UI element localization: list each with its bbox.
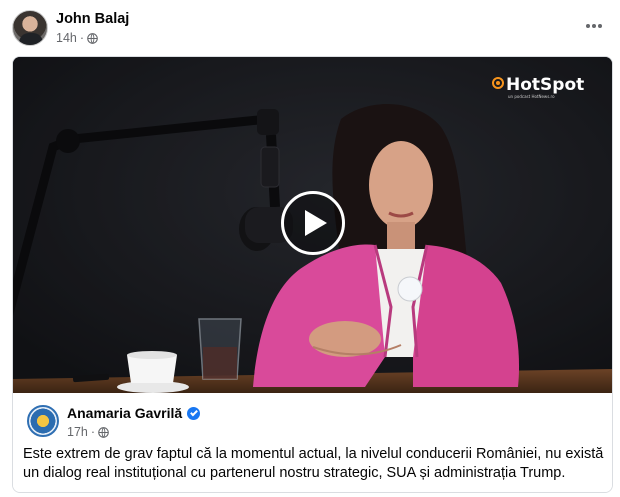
shared-post-time[interactable]: 17h	[67, 425, 88, 439]
shared-post-footer: Anamaria Gavrilă 17h · Este extrem de gr…	[13, 393, 612, 492]
shared-post-meta: 17h ·	[67, 425, 109, 439]
play-button[interactable]	[281, 191, 345, 255]
feed-post: John Balaj 14h · HotSpot un podcast HotN…	[0, 0, 620, 497]
watermark-tagline: un podcast HotNews.ro	[508, 94, 555, 99]
hotspot-watermark: HotSpot un podcast HotNews.ro	[492, 71, 592, 101]
page-avatar[interactable]	[27, 405, 59, 437]
watermark-text: HotSpot	[506, 75, 584, 95]
verified-badge-icon	[187, 406, 201, 420]
post-header: John Balaj 14h ·	[12, 10, 608, 50]
post-caption: Este extrem de grav faptul că la momentu…	[23, 446, 604, 481]
play-icon	[305, 210, 327, 236]
post-time[interactable]: 14h	[56, 31, 77, 45]
author-name[interactable]: John Balaj	[56, 11, 129, 27]
meta-separator: ·	[90, 425, 96, 439]
author-avatar[interactable]	[12, 10, 48, 46]
meta-separator: ·	[79, 31, 85, 45]
hotspot-logo: HotSpot un podcast HotNews.ro	[492, 75, 584, 99]
more-options-button[interactable]	[582, 16, 606, 36]
globe-icon	[87, 32, 98, 44]
page-name-row: Anamaria Gavrilă	[67, 405, 201, 421]
globe-icon	[98, 426, 109, 438]
more-horizontal-icon	[586, 24, 590, 28]
shared-post-card[interactable]: HotSpot un podcast HotNews.ro Anamaria G…	[12, 56, 613, 493]
page-name[interactable]: Anamaria Gavrilă	[67, 405, 182, 421]
video-player[interactable]: HotSpot un podcast HotNews.ro	[13, 57, 612, 393]
post-meta: 14h ·	[56, 31, 98, 45]
